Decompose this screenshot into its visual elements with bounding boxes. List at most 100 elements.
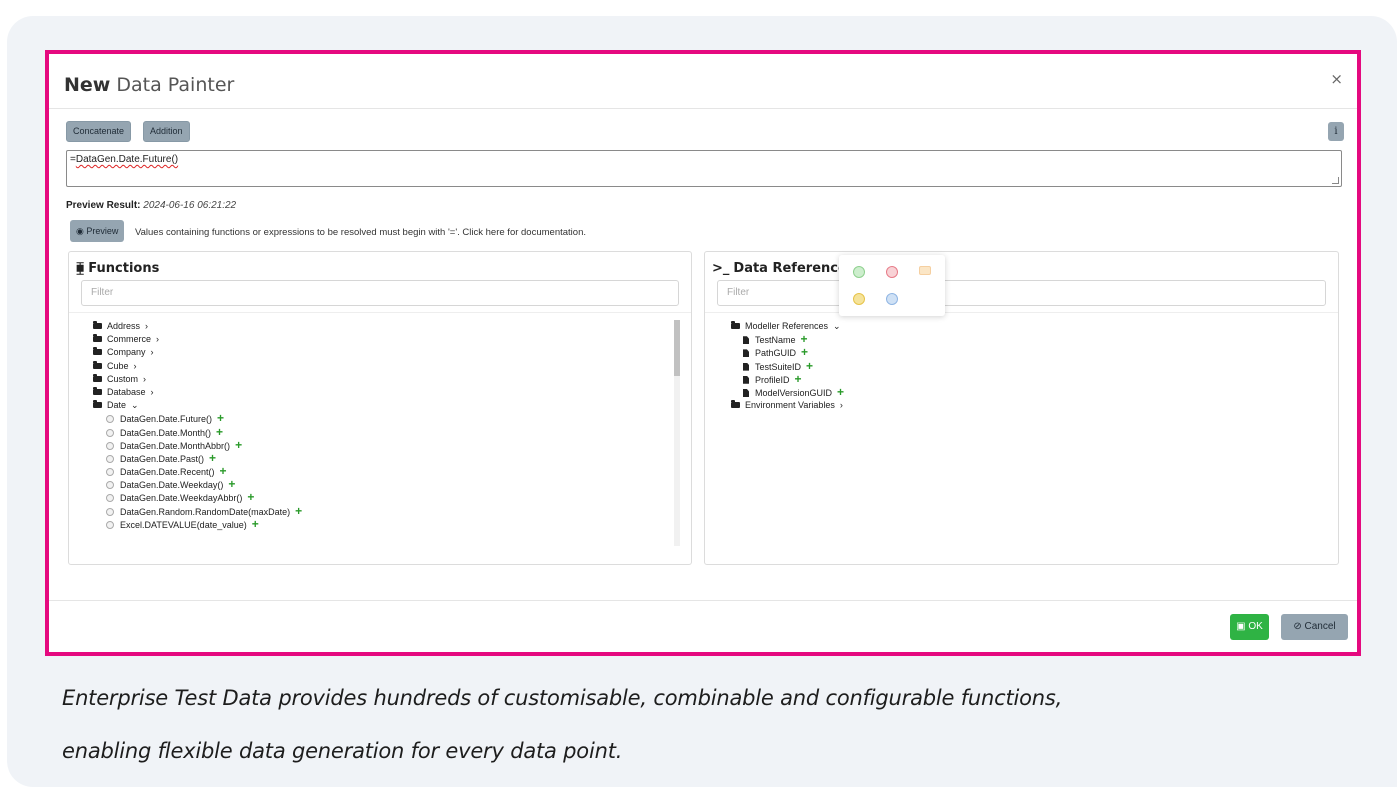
plug-icon: ⧯ [76, 261, 85, 276]
add-icon[interactable]: + [228, 477, 235, 491]
references-filter-input[interactable]: Filter [717, 280, 1326, 306]
function-label: DataGen.Date.Month() [120, 427, 212, 438]
folder-icon [93, 373, 102, 382]
functions-panel-title: ⧯ Functions [76, 261, 159, 276]
add-icon[interactable]: + [217, 411, 224, 425]
add-icon[interactable]: + [252, 517, 259, 531]
ok-button[interactable]: ▣ OK [1230, 614, 1269, 640]
reference-item[interactable]: ModelVersionGUID + [731, 385, 844, 399]
folder-database[interactable]: Database › [93, 386, 302, 399]
functions-filter-input[interactable]: Filter [81, 280, 679, 306]
function-label: DataGen.Date.WeekdayAbbr() [120, 493, 243, 504]
modal-title-bold: New [64, 74, 111, 96]
folder-label: Commerce [107, 334, 152, 345]
chevron-right-icon: › [143, 373, 147, 384]
reference-item[interactable]: PathGUID + [731, 346, 844, 359]
add-icon[interactable]: + [837, 385, 844, 399]
folder-commerce[interactable]: Commerce › [93, 333, 302, 346]
function-item[interactable]: DataGen.Date.Month() + [93, 425, 302, 439]
function-item[interactable]: Excel.DATEVALUE(date_value) + [93, 517, 302, 531]
reference-item[interactable]: TestName + [731, 333, 844, 346]
documentation-link[interactable]: Values containing functions or expressio… [135, 227, 586, 238]
addition-button[interactable]: Addition [143, 121, 190, 142]
add-icon[interactable]: + [216, 425, 223, 439]
preview-button-label: Preview [86, 226, 119, 236]
folder-address[interactable]: Address › [93, 320, 302, 333]
function-icon [106, 454, 114, 463]
reference-label: ModelVersionGUID [755, 387, 833, 398]
function-label: DataGen.Date.Recent() [120, 467, 215, 478]
file-icon [743, 349, 749, 358]
color-swatch-orange[interactable] [919, 266, 931, 275]
functions-panel: ⧯ Functions Filter Address › Commerce › Compa… [68, 251, 692, 565]
function-item[interactable]: DataGen.Date.Past() + [93, 451, 302, 465]
folder-cube[interactable]: Cube › [93, 360, 302, 373]
preview-result-value: 2024-06-16 06:21:22 [143, 200, 237, 211]
function-item[interactable]: DataGen.Date.WeekdayAbbr() + [93, 491, 302, 504]
file-icon [743, 362, 749, 371]
folder-label: Environment Variables [745, 400, 835, 411]
resize-handle-icon[interactable] [1332, 177, 1339, 184]
functions-scroll-thumb[interactable] [674, 320, 680, 376]
add-icon[interactable]: + [795, 372, 802, 386]
chevron-right-icon: › [156, 334, 160, 345]
function-icon [106, 441, 114, 450]
function-item[interactable]: DataGen.Date.MonthAbbr() + [93, 438, 302, 452]
cancel-button[interactable]: ⊘ Cancel [1281, 614, 1348, 640]
function-label: DataGen.Date.MonthAbbr() [120, 440, 231, 451]
reference-item[interactable]: TestSuiteID + [731, 359, 844, 373]
folder-label: Address [107, 321, 141, 331]
folder-label: Cube [107, 360, 129, 371]
add-icon[interactable]: + [295, 504, 302, 518]
folder-custom[interactable]: Custom › [93, 373, 302, 386]
expression-input[interactable]: =DataGen.Date.Future() [66, 150, 1342, 187]
folder-label: Date [107, 400, 127, 411]
color-swatch-green[interactable] [853, 266, 865, 278]
modal-header: New Data Painter × [49, 54, 1357, 109]
function-label: DataGen.Date.Future() [120, 414, 213, 425]
function-icon [106, 494, 114, 503]
caption-line-2: enabling flexible data generation for ev… [62, 739, 623, 763]
reference-label: TestSuiteID [755, 361, 802, 372]
folder-icon [93, 321, 102, 329]
color-swatch-yellow[interactable] [853, 293, 865, 305]
preview-result: Preview Result: 2024-06-16 06:21:22 [66, 200, 236, 211]
close-icon[interactable]: × [1330, 70, 1343, 88]
data-references-title-text: Data References [733, 261, 855, 276]
add-icon[interactable]: + [801, 345, 808, 359]
folder-environment-variables[interactable]: Environment Variables › [731, 399, 844, 412]
folder-label: Database [107, 386, 146, 397]
divider [705, 312, 1338, 313]
folder-icon [93, 360, 102, 369]
modal-title: New Data Painter [64, 74, 234, 96]
folder-modeller-references[interactable]: Modeller References ⌄ [731, 320, 844, 333]
add-icon[interactable]: + [235, 438, 242, 452]
concatenate-button[interactable]: Concatenate [66, 121, 132, 142]
color-swatch-blue[interactable] [886, 293, 898, 305]
function-item[interactable]: DataGen.Date.Weekday() + [93, 478, 302, 491]
function-label: Excel.DATEVALUE(date_value) [120, 519, 247, 530]
function-label: DataGen.Random.RandomDate(maxDate) [120, 506, 291, 517]
reference-item[interactable]: ProfileID + [731, 372, 844, 386]
preview-button[interactable]: ◉ Preview [70, 220, 125, 242]
folder-icon [731, 321, 740, 329]
color-swatch-red[interactable] [886, 266, 898, 278]
function-item[interactable]: DataGen.Date.Recent() + [93, 464, 302, 478]
add-icon[interactable]: + [247, 490, 254, 504]
folder-date[interactable]: Date ⌄ [93, 399, 302, 412]
folder-label: Company [107, 347, 146, 358]
chevron-right-icon: › [133, 360, 137, 371]
chevron-right-icon: › [839, 400, 843, 411]
color-picker-popup [839, 255, 945, 316]
chevron-right-icon: › [150, 347, 154, 358]
function-item[interactable]: DataGen.Date.Future() + [93, 412, 302, 425]
references-tree: Modeller References ⌄ TestName + PathGUID + T… [731, 320, 844, 412]
info-button[interactable]: i [1328, 122, 1344, 141]
function-item[interactable]: DataGen.Random.RandomDate(maxDate) + [93, 504, 302, 518]
folder-company[interactable]: Company › [93, 346, 302, 359]
add-icon[interactable]: + [220, 464, 227, 478]
function-icon [106, 520, 114, 529]
add-icon[interactable]: + [209, 451, 216, 465]
add-icon[interactable]: + [806, 359, 813, 373]
add-icon[interactable]: + [801, 332, 808, 346]
